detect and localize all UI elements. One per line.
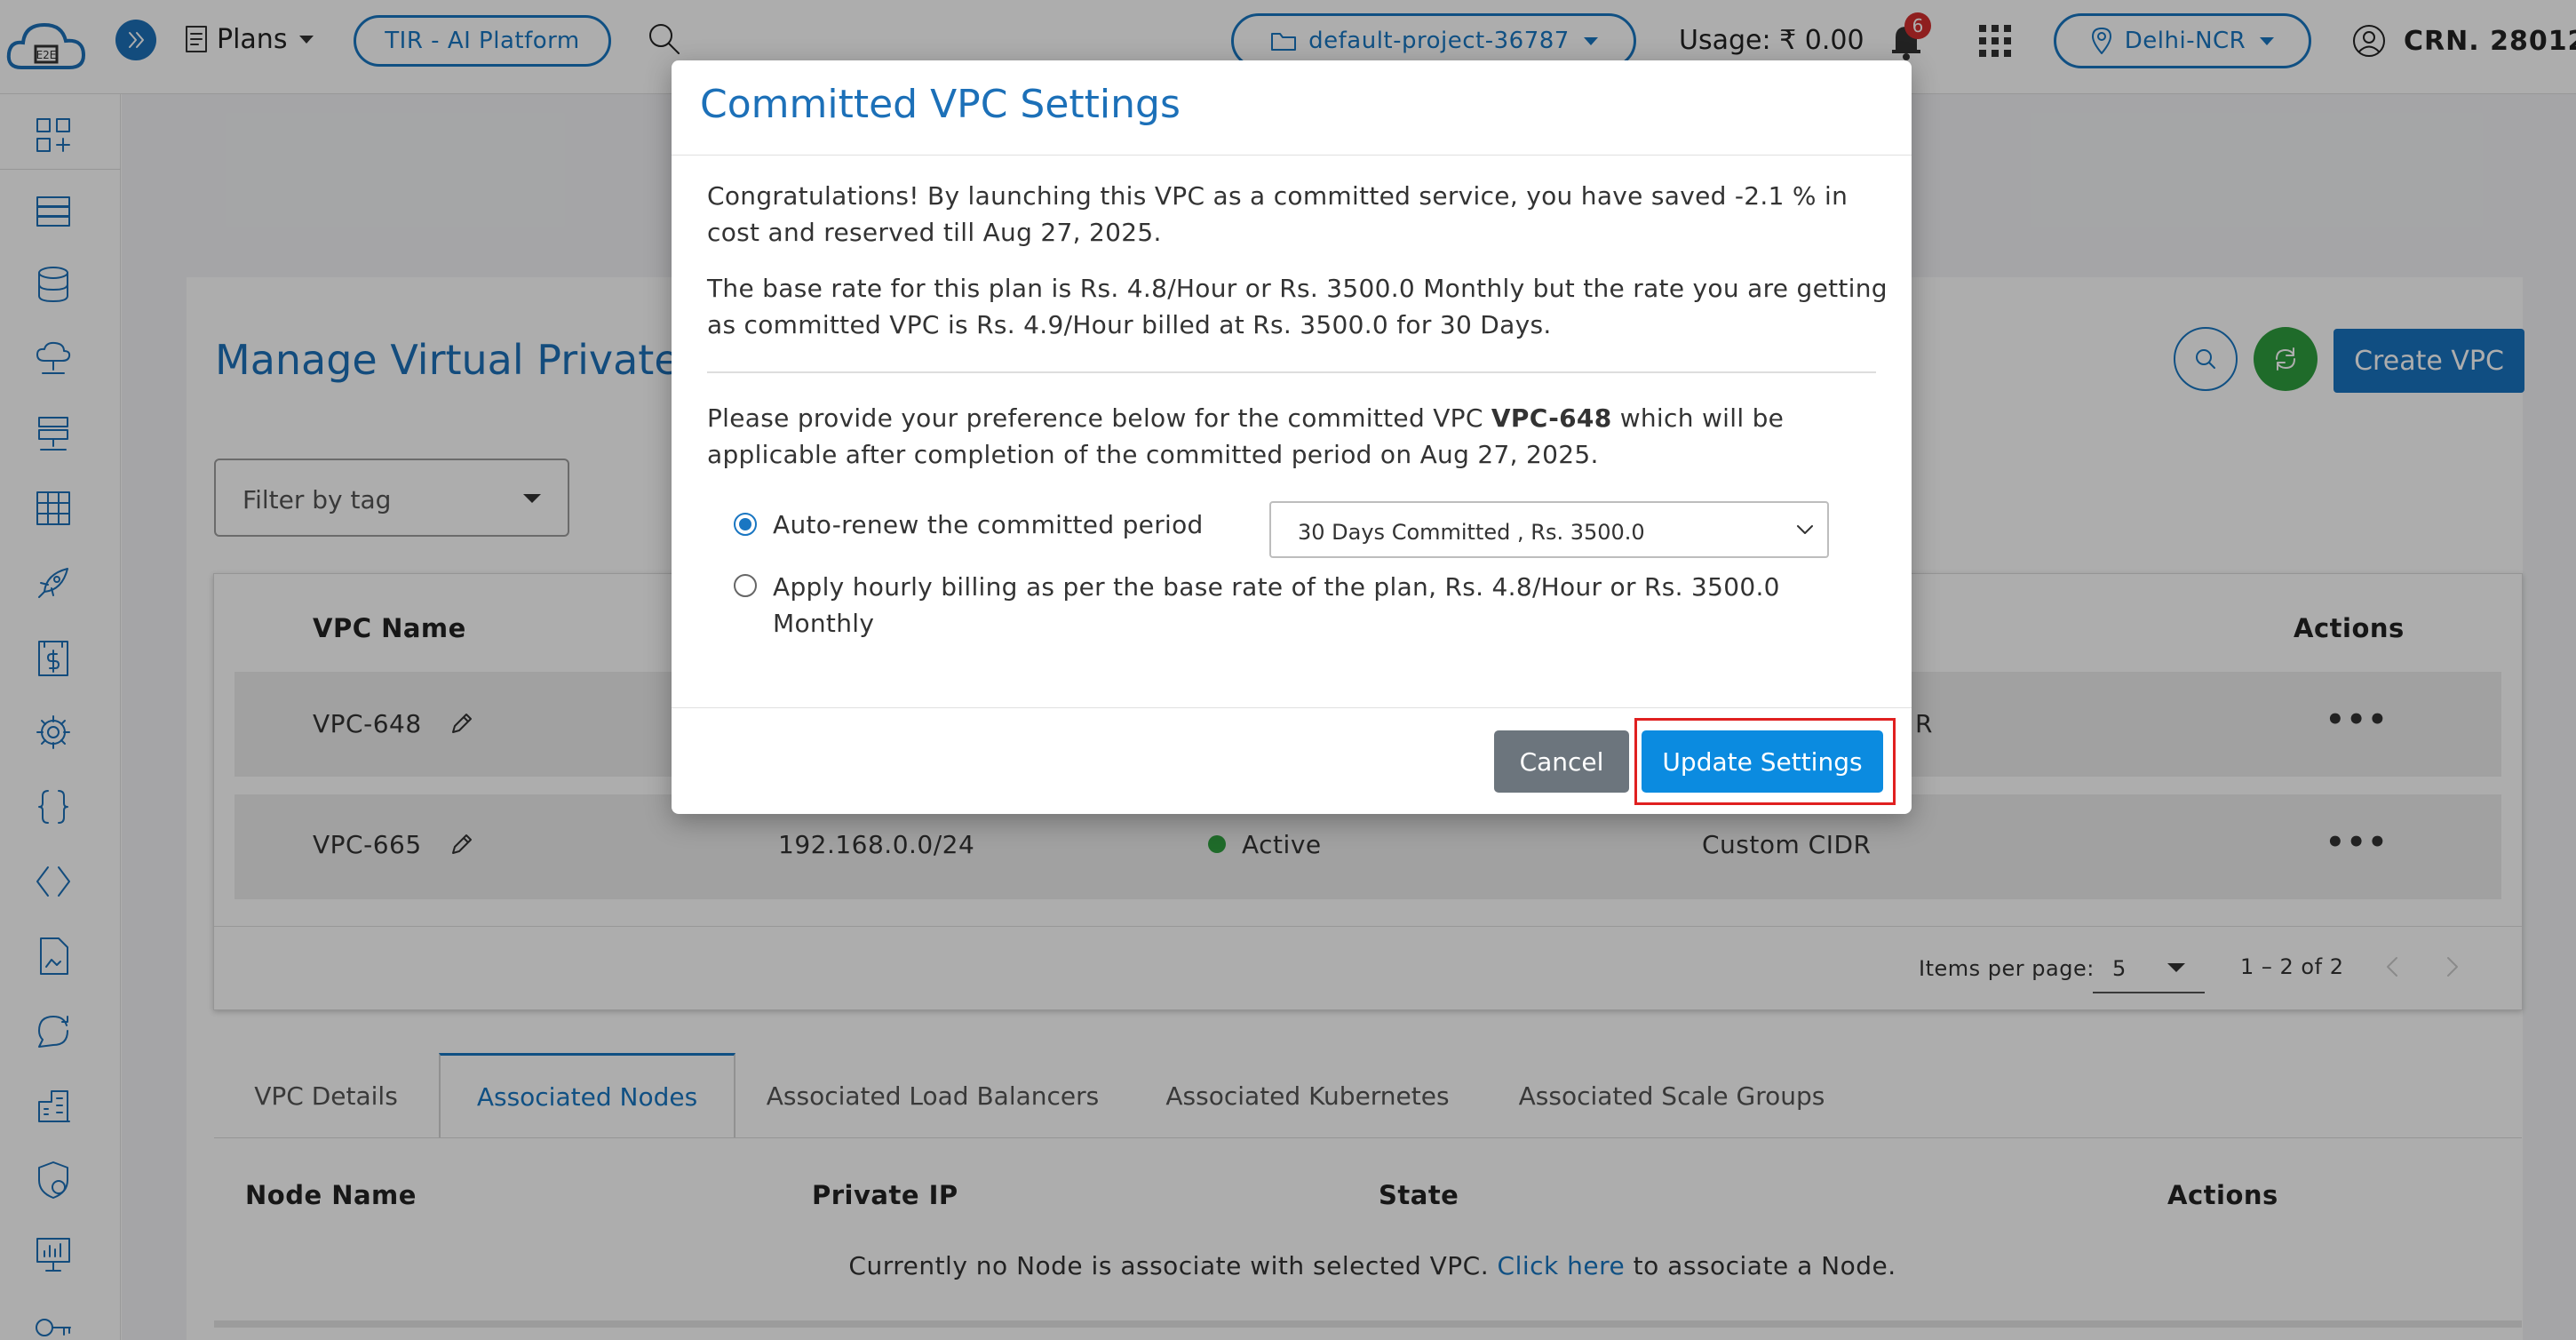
hourly-billing-radio[interactable] [734,574,757,597]
dialog-footer-divider [672,707,1912,708]
cancel-button[interactable]: Cancel [1494,730,1629,793]
commitment-plan-select[interactable]: 30 Days Committed , Rs. 3500.0 [1269,501,1829,558]
congrats-text: Congratulations! By launching this VPC a… [707,181,1849,247]
dialog-title: Committed VPC Settings [700,82,1181,127]
auto-renew-label: Auto-renew the committed period [773,510,1204,539]
hourly-billing-label: Apply hourly billing as per the base rat… [773,569,1780,642]
commitment-plan-value: 30 Days Committed , Rs. 3500.0 [1298,520,1645,545]
committed-vpc-settings-dialog: Committed VPC Settings Congratulations! … [672,60,1912,814]
pref-vpc-name: VPC-648 [1491,403,1612,433]
chevron-down-icon [1797,525,1813,534]
content-divider [707,371,1876,373]
base-rate-text: The base rate for this plan is Rs. 4.8/H… [707,274,1888,339]
dialog-header-divider [672,155,1912,156]
auto-renew-radio[interactable] [734,513,757,536]
preference-text: Please provide your preference below for… [707,400,1888,473]
hourly-billing-line1: Apply hourly billing as per the base rat… [773,572,1780,602]
pref-prefix: Please provide your preference below for… [707,403,1483,433]
update-settings-button[interactable]: Update Settings [1642,730,1883,793]
hourly-billing-line2: Monthly [773,609,875,638]
